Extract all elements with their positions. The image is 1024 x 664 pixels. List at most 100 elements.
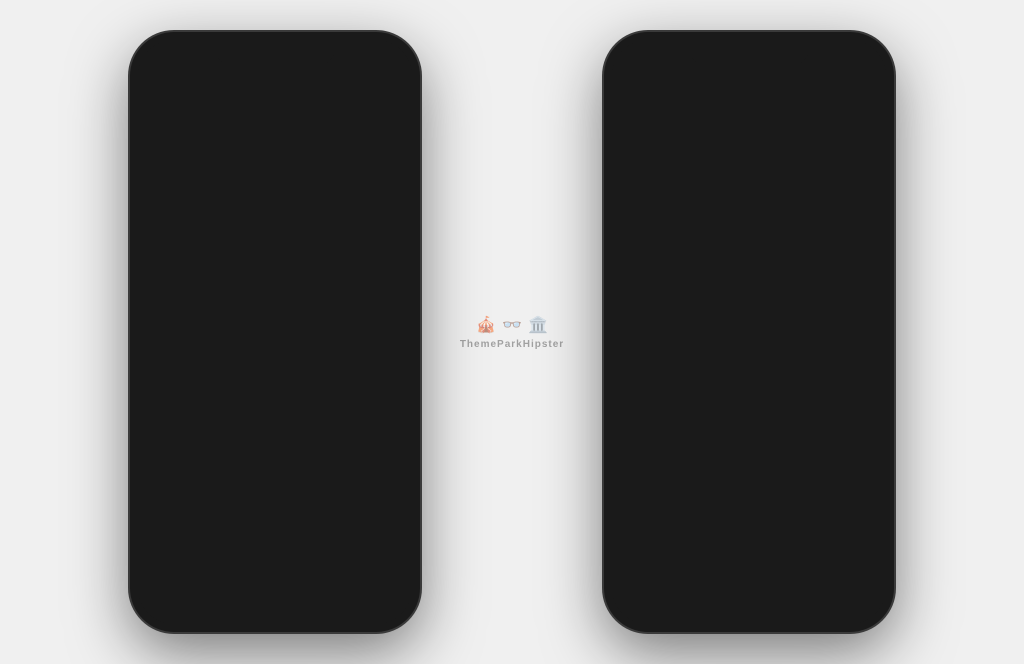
status-bar-2: 10:39 ▲ WiFi: [612, 40, 886, 72]
nav-profile-1[interactable]: 👤 Profile: [366, 579, 392, 612]
stars-2: ★★★★½: [686, 426, 744, 440]
author-chevron-2: ›: [801, 363, 804, 374]
credit-pill-1: 1 CREDIT: [235, 445, 315, 464]
series-row-2: Series: Sookie Stackhouse, Book 11 ›: [628, 395, 870, 407]
meta-row-1: Audiobook · 10h 2m: [154, 410, 396, 422]
nav-top-1: ‹ ⬆: [138, 76, 412, 106]
series-row-1: Series: Sookie Stackhouse, Book 10 ›: [154, 395, 396, 407]
sample-label-2: Sample Now: [715, 482, 798, 498]
book-cover-2: CHARLAINEHARRIS 🦔 SOOKIE STACKHOUSE NOVE…: [684, 100, 814, 230]
mini-controls-1: ↻30: [338, 529, 400, 559]
status-bar-1: 10:39 ▲ WiFi: [138, 40, 412, 72]
play-triangle-1: [226, 485, 235, 495]
sample-button-1[interactable]: Sample Now: [154, 472, 396, 508]
hero-bg-1: ‹ ⬆ CHARLAINEHARRIS 🌹 SOOKIE STACKHOUSE …: [138, 72, 412, 292]
mini-time-1: 6h 46m left (1.1x): [196, 545, 328, 556]
nav-top-2: ‹ ⬆: [612, 76, 886, 106]
discover-label-2: Discover: [765, 602, 800, 612]
mini-controls-2: ↻30: [812, 529, 874, 559]
phone-1: 10:39 ▲ WiFi ‹ ⬆ CHARLAINEHARRIS 🌹 SOOKI…: [130, 32, 420, 632]
home-label-1: Home: [158, 602, 182, 612]
home-icon-2: ⌂: [639, 579, 650, 600]
status-icons-1: ▲ WiFi: [330, 53, 392, 65]
author-chevron-1: ›: [327, 363, 330, 374]
home-icon-1: ⌂: [165, 579, 176, 600]
nav-home-2[interactable]: ⌂ Home: [632, 579, 656, 612]
share-button-1[interactable]: ⬆: [366, 76, 396, 106]
battery-icon-2: [846, 54, 866, 64]
profile-label-2: Profile: [840, 602, 866, 612]
bottom-nav-2: ⌂ Home ▥ Library ⬡ Discover 👤 Profile: [612, 570, 886, 624]
mini-info-1: 5: The Whomping Willow 6h 46m left (1.1x…: [196, 533, 328, 556]
signal-icon-2: ▲: [804, 53, 815, 65]
ratings-count-1: 5,980 ratings: [274, 427, 338, 439]
nav-profile-2[interactable]: 👤 Profile: [840, 579, 866, 612]
author-link-2[interactable]: By Charlaine Harris: [694, 362, 798, 376]
home-label-2: Home: [632, 602, 656, 612]
status-time-2: 10:39: [632, 52, 665, 67]
cover-author-label-1: CHARLAINEHARRIS: [210, 106, 340, 121]
library-label-1: Library: [223, 602, 251, 612]
wifi-icon-2: WiFi: [819, 53, 842, 65]
share-button-2[interactable]: ⬆: [840, 76, 870, 106]
credit-pill-2: 1 CREDIT: [709, 445, 789, 464]
mini-track-1: 5: The Whomping Willow: [196, 533, 328, 545]
author-link-1[interactable]: By Charlaine Harris: [220, 362, 324, 376]
nav-discover-1[interactable]: ⬡ Discover: [291, 579, 326, 612]
status-time-1: 10:39: [158, 52, 191, 67]
cover-badge-1: 10: [316, 208, 334, 226]
phone-screen-1: 10:39 ▲ WiFi ‹ ⬆ CHARLAINEHARRIS 🌹 SOOKI…: [138, 40, 412, 624]
book-title-2: Dead Reckoning: [628, 302, 870, 322]
book-subtitle-2: Sookie Stackhouse Southern Vampire Myste…: [628, 325, 870, 356]
nav-home-1[interactable]: ⌂ Home: [158, 579, 182, 612]
author-row-1: By Charlaine Harris ›: [154, 362, 396, 376]
stars-1: ★★★★½: [212, 426, 270, 440]
back-button-2[interactable]: ‹: [628, 76, 658, 106]
mini-play-1[interactable]: [370, 529, 400, 559]
mini-track-2: ter and the Chamber of Se...: [670, 533, 802, 545]
library-icon-2: ▥: [702, 579, 719, 600]
mini-play-triangle-2: [856, 539, 865, 549]
mini-skip-2[interactable]: ↻30: [812, 532, 836, 556]
discover-icon-1: ⬡: [300, 579, 316, 600]
credit-badge-2: 1 CREDIT: [628, 445, 870, 464]
book-subtitle-1: Sookie Stackhouse Southern Vampire Myste…: [154, 325, 396, 356]
content-area-1: Dead In the Family Sookie Stackhouse Sou…: [138, 292, 412, 518]
phone-screen-2: 10:39 ▲ WiFi ‹ ⬆ CHARLAINEHARRIS 🦔 SOOKI…: [612, 40, 886, 624]
play-triangle-2: [700, 485, 709, 495]
ratings-count-2: 5,754 ratings: [748, 427, 812, 439]
watermark-icon-1: 🎪: [476, 315, 496, 335]
sample-button-2[interactable]: Sample Now: [628, 472, 870, 508]
series-label-2: Series: Sookie Stackhouse, Book 11: [652, 395, 841, 407]
mini-time-2: 6h 46m left (1.1x): [670, 545, 802, 556]
mini-cover-1: ⚡: [150, 526, 186, 562]
profile-icon-2: 👤: [842, 579, 864, 600]
credit-badge-1: 1 CREDIT: [154, 445, 396, 464]
narrator-row-2: Narrated by Johanna Parker: [628, 380, 870, 392]
battery-icon-1: [372, 54, 392, 64]
nav-library-2[interactable]: ▥ Library: [697, 579, 725, 612]
nav-discover-2[interactable]: ⬡ Discover: [765, 579, 800, 612]
profile-icon-1: 👤: [368, 579, 390, 600]
discover-icon-2: ⬡: [775, 579, 791, 600]
bottom-nav-1: ⌂ Home ▥ Library ⬡ Discover 👤 Profile: [138, 570, 412, 624]
wifi-icon-1: WiFi: [345, 53, 368, 65]
watermark-text: ThemeParkHipster: [460, 339, 564, 350]
library-icon-1: ▥: [228, 579, 245, 600]
narrator-row-1: Narrated by Johanna Parker: [154, 380, 396, 392]
back-button-1[interactable]: ‹: [154, 76, 184, 106]
watermark: 🎪 👓 🏛️ ThemeParkHipster: [460, 315, 564, 350]
mini-play-2[interactable]: [844, 529, 874, 559]
series-chevron-2: ›: [843, 395, 846, 406]
hero-bg-2: ‹ ⬆ CHARLAINEHARRIS 🦔 SOOKIE STACKHOUSE …: [612, 72, 886, 292]
author-row-2: By Charlaine Harris ›: [628, 362, 870, 376]
mini-cover-2: 🔮: [624, 526, 660, 562]
stars-row-1: ★★★★½ 5,980 ratings: [154, 426, 396, 440]
mini-player-2: 🔮 ter and the Chamber of Se... 6h 46m le…: [612, 518, 886, 570]
series-label-1: Series: Sookie Stackhouse, Book 10: [177, 395, 367, 407]
mini-player-1: ⚡ 5: The Whomping Willow 6h 46m left (1.…: [138, 518, 412, 570]
book-cover-1: CHARLAINEHARRIS 🌹 SOOKIE STACKHOUSE NOVE…: [210, 100, 340, 230]
nav-library-1[interactable]: ▥ Library: [223, 579, 251, 612]
book-title-1: Dead In the Family: [154, 302, 396, 322]
mini-skip-1[interactable]: ↻30: [338, 532, 362, 556]
